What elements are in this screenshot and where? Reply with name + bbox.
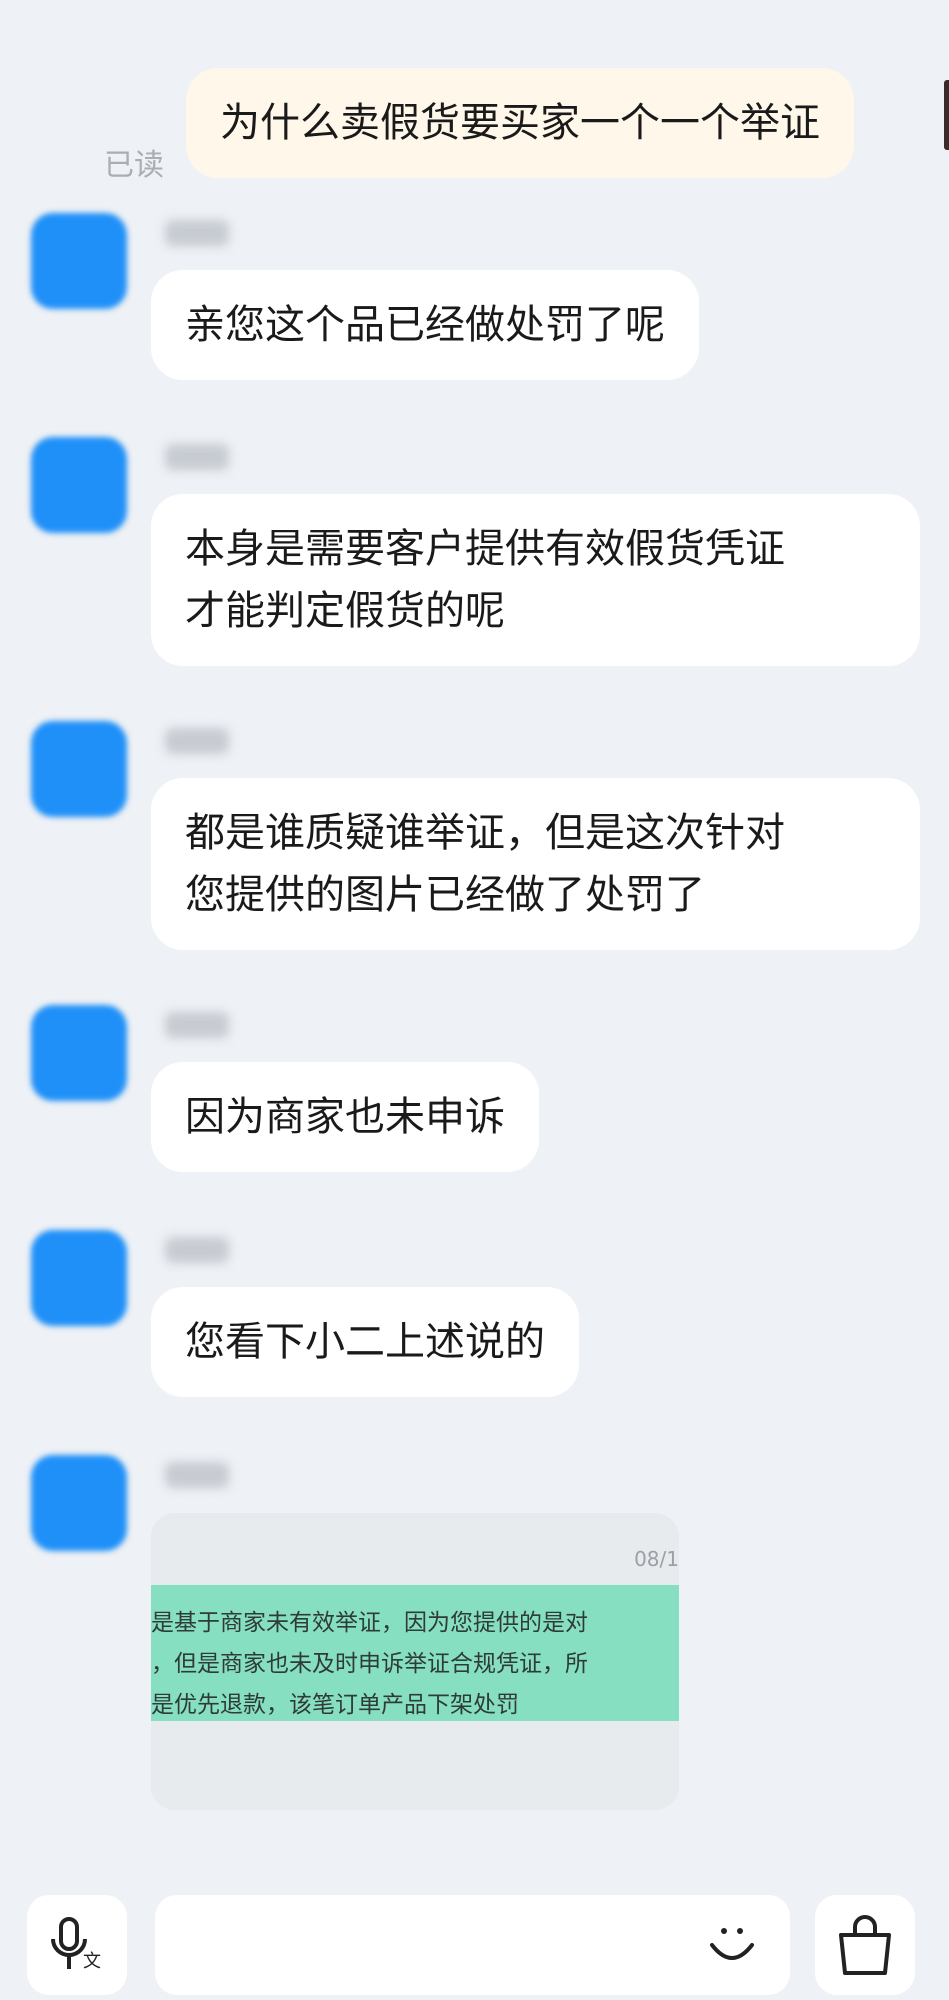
read-status: 已读 — [104, 148, 164, 183]
message-line: 您提供的图片已经做了处罚了 — [185, 872, 705, 918]
incoming-message-bubble[interactable]: 因为商家也未申诉 — [151, 1062, 539, 1172]
message-line: 因为商家也未申诉 — [185, 1094, 505, 1140]
voice-button[interactable]: 文 — [27, 1895, 127, 1995]
agent-name-blurred — [165, 220, 229, 246]
message-line: 本身是需要客户提供有效假货凭证 — [185, 526, 785, 572]
incoming-message-bubble[interactable]: 您看下小二上述说的 — [151, 1287, 579, 1397]
image-text-line: 是优先退款，该笔订单产品下架处罚 — [151, 1692, 519, 1718]
image-message[interactable]: 08/1 是基于商家未有效举证，因为您提供的是对 ，但是商家也未及时申诉举证合规… — [151, 1513, 679, 1810]
agent-avatar[interactable] — [31, 1230, 127, 1326]
agent-avatar[interactable] — [31, 1455, 127, 1551]
message-line: 您看下小二上述说的 — [185, 1319, 545, 1365]
more-button[interactable] — [815, 1895, 915, 1995]
image-timestamp: 08/1 — [634, 1547, 679, 1571]
agent-avatar[interactable] — [31, 437, 127, 533]
svg-text:文: 文 — [83, 1951, 101, 1972]
agent-avatar[interactable] — [31, 1005, 127, 1101]
shopping-bag-icon — [839, 1915, 891, 1975]
agent-name-blurred — [165, 728, 229, 754]
outgoing-message-bubble[interactable]: 为什么卖假货要买家一个一个举证 — [186, 68, 854, 178]
voice-translate-icon: 文 — [51, 1917, 101, 1972]
image-text-line: ，但是商家也未及时申诉举证合规凭证，所 — [151, 1651, 588, 1677]
smiley-icon[interactable] — [704, 1917, 760, 1973]
composer-bar: 文 — [0, 1880, 949, 2000]
message-line: 才能判定假货的呢 — [185, 588, 505, 634]
image-text-line: 是基于商家未有效举证，因为您提供的是对 — [151, 1610, 588, 1636]
agent-avatar[interactable] — [31, 213, 127, 309]
incoming-message-bubble[interactable]: 都是谁质疑谁举证，但是这次针对 您提供的图片已经做了处罚了 — [151, 778, 920, 950]
agent-name-blurred — [165, 444, 229, 470]
incoming-message-bubble[interactable]: 亲您这个品已经做处罚了呢 — [151, 270, 699, 380]
agent-name-blurred — [165, 1012, 229, 1038]
agent-name-blurred — [165, 1237, 229, 1263]
incoming-message-bubble[interactable]: 本身是需要客户提供有效假货凭证 才能判定假货的呢 — [151, 494, 920, 666]
agent-name-blurred — [165, 1462, 229, 1488]
message-line: 亲您这个品已经做处罚了呢 — [185, 302, 665, 348]
outgoing-message-text: 为什么卖假货要买家一个一个举证 — [220, 100, 820, 146]
message-input[interactable] — [155, 1895, 790, 1995]
own-avatar-edge — [944, 80, 949, 150]
message-line: 都是谁质疑谁举证，但是这次针对 — [185, 810, 785, 856]
agent-avatar[interactable] — [31, 721, 127, 817]
